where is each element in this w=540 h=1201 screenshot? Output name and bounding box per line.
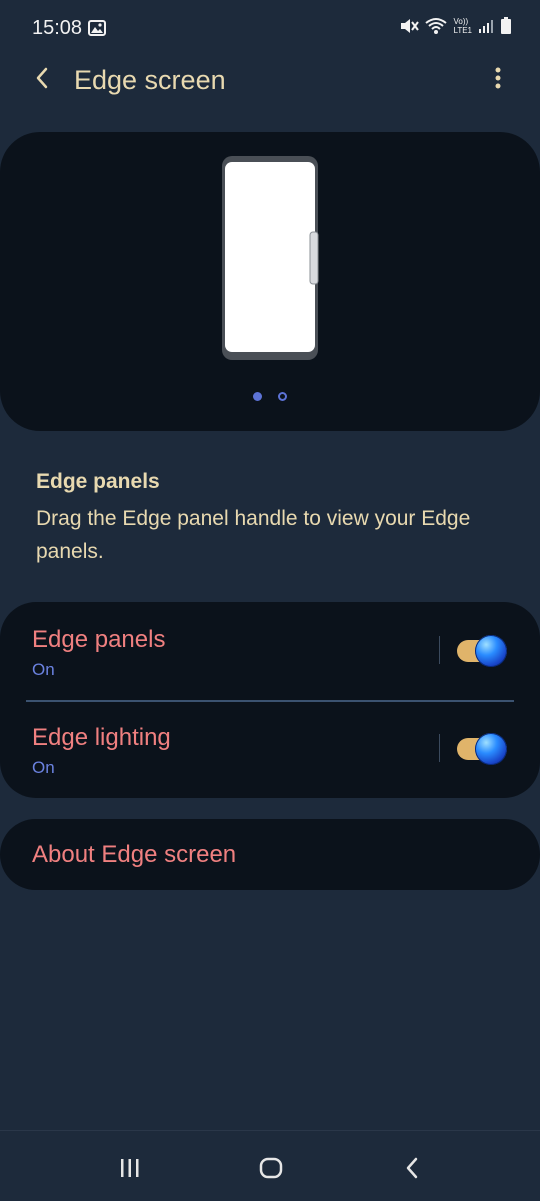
status-icons: Vo)) LTE1: [399, 17, 512, 35]
chevron-left-icon: [34, 66, 50, 95]
home-button[interactable]: [251, 1155, 291, 1185]
section-description: Edge panels Drag the Edge panel handle t…: [36, 470, 506, 568]
about-edge-screen-item[interactable]: About Edge screen: [0, 819, 540, 890]
back-icon: [405, 1157, 419, 1184]
back-button[interactable]: [26, 64, 58, 96]
setting-status: On: [32, 758, 55, 777]
more-vert-icon: [495, 66, 501, 95]
setting-row-edge-lighting[interactable]: Edge lighting On: [0, 700, 540, 798]
page-indicator: [0, 392, 540, 401]
toggle-knob: [475, 733, 507, 765]
page-dot[interactable]: [278, 392, 287, 401]
row-separator: [439, 734, 440, 762]
more-options-button[interactable]: [484, 64, 512, 96]
navigation-bar: [0, 1130, 540, 1201]
settings-card: Edge panels On Edge lighting On: [0, 602, 540, 798]
home-icon: [259, 1157, 283, 1184]
app-bar: Edge screen: [0, 56, 540, 106]
setting-row-edge-panels[interactable]: Edge panels On: [0, 602, 540, 700]
mute-icon: [399, 17, 420, 35]
signal-icon: [478, 18, 494, 34]
page-dot-active[interactable]: [253, 392, 262, 401]
recents-icon: [119, 1158, 141, 1183]
edge-panels-toggle[interactable]: [455, 634, 509, 668]
about-label: About Edge screen: [32, 841, 237, 868]
wifi-icon: [425, 17, 448, 35]
status-bar: 15:08 Vo)) LTE1: [0, 0, 540, 56]
setting-label: Edge lighting: [32, 724, 171, 751]
battery-icon: [500, 17, 512, 35]
toggle-knob: [475, 635, 507, 667]
row-separator: [439, 636, 440, 664]
recents-button[interactable]: [110, 1155, 150, 1185]
volte-icon: Vo)) LTE1: [453, 17, 472, 35]
status-time: 15:08: [32, 17, 83, 39]
section-title: Edge panels: [36, 470, 160, 493]
edge-preview-carousel[interactable]: [0, 132, 540, 431]
phone-illustration: [222, 156, 322, 367]
gallery-icon: [88, 20, 106, 41]
nav-back-button[interactable]: [392, 1155, 432, 1185]
section-text: Drag the Edge panel handle to view your …: [36, 507, 471, 563]
edge-lighting-toggle[interactable]: [455, 732, 509, 766]
setting-label: Edge panels: [32, 626, 166, 653]
page-title: Edge screen: [74, 65, 226, 95]
setting-status: On: [32, 660, 55, 679]
